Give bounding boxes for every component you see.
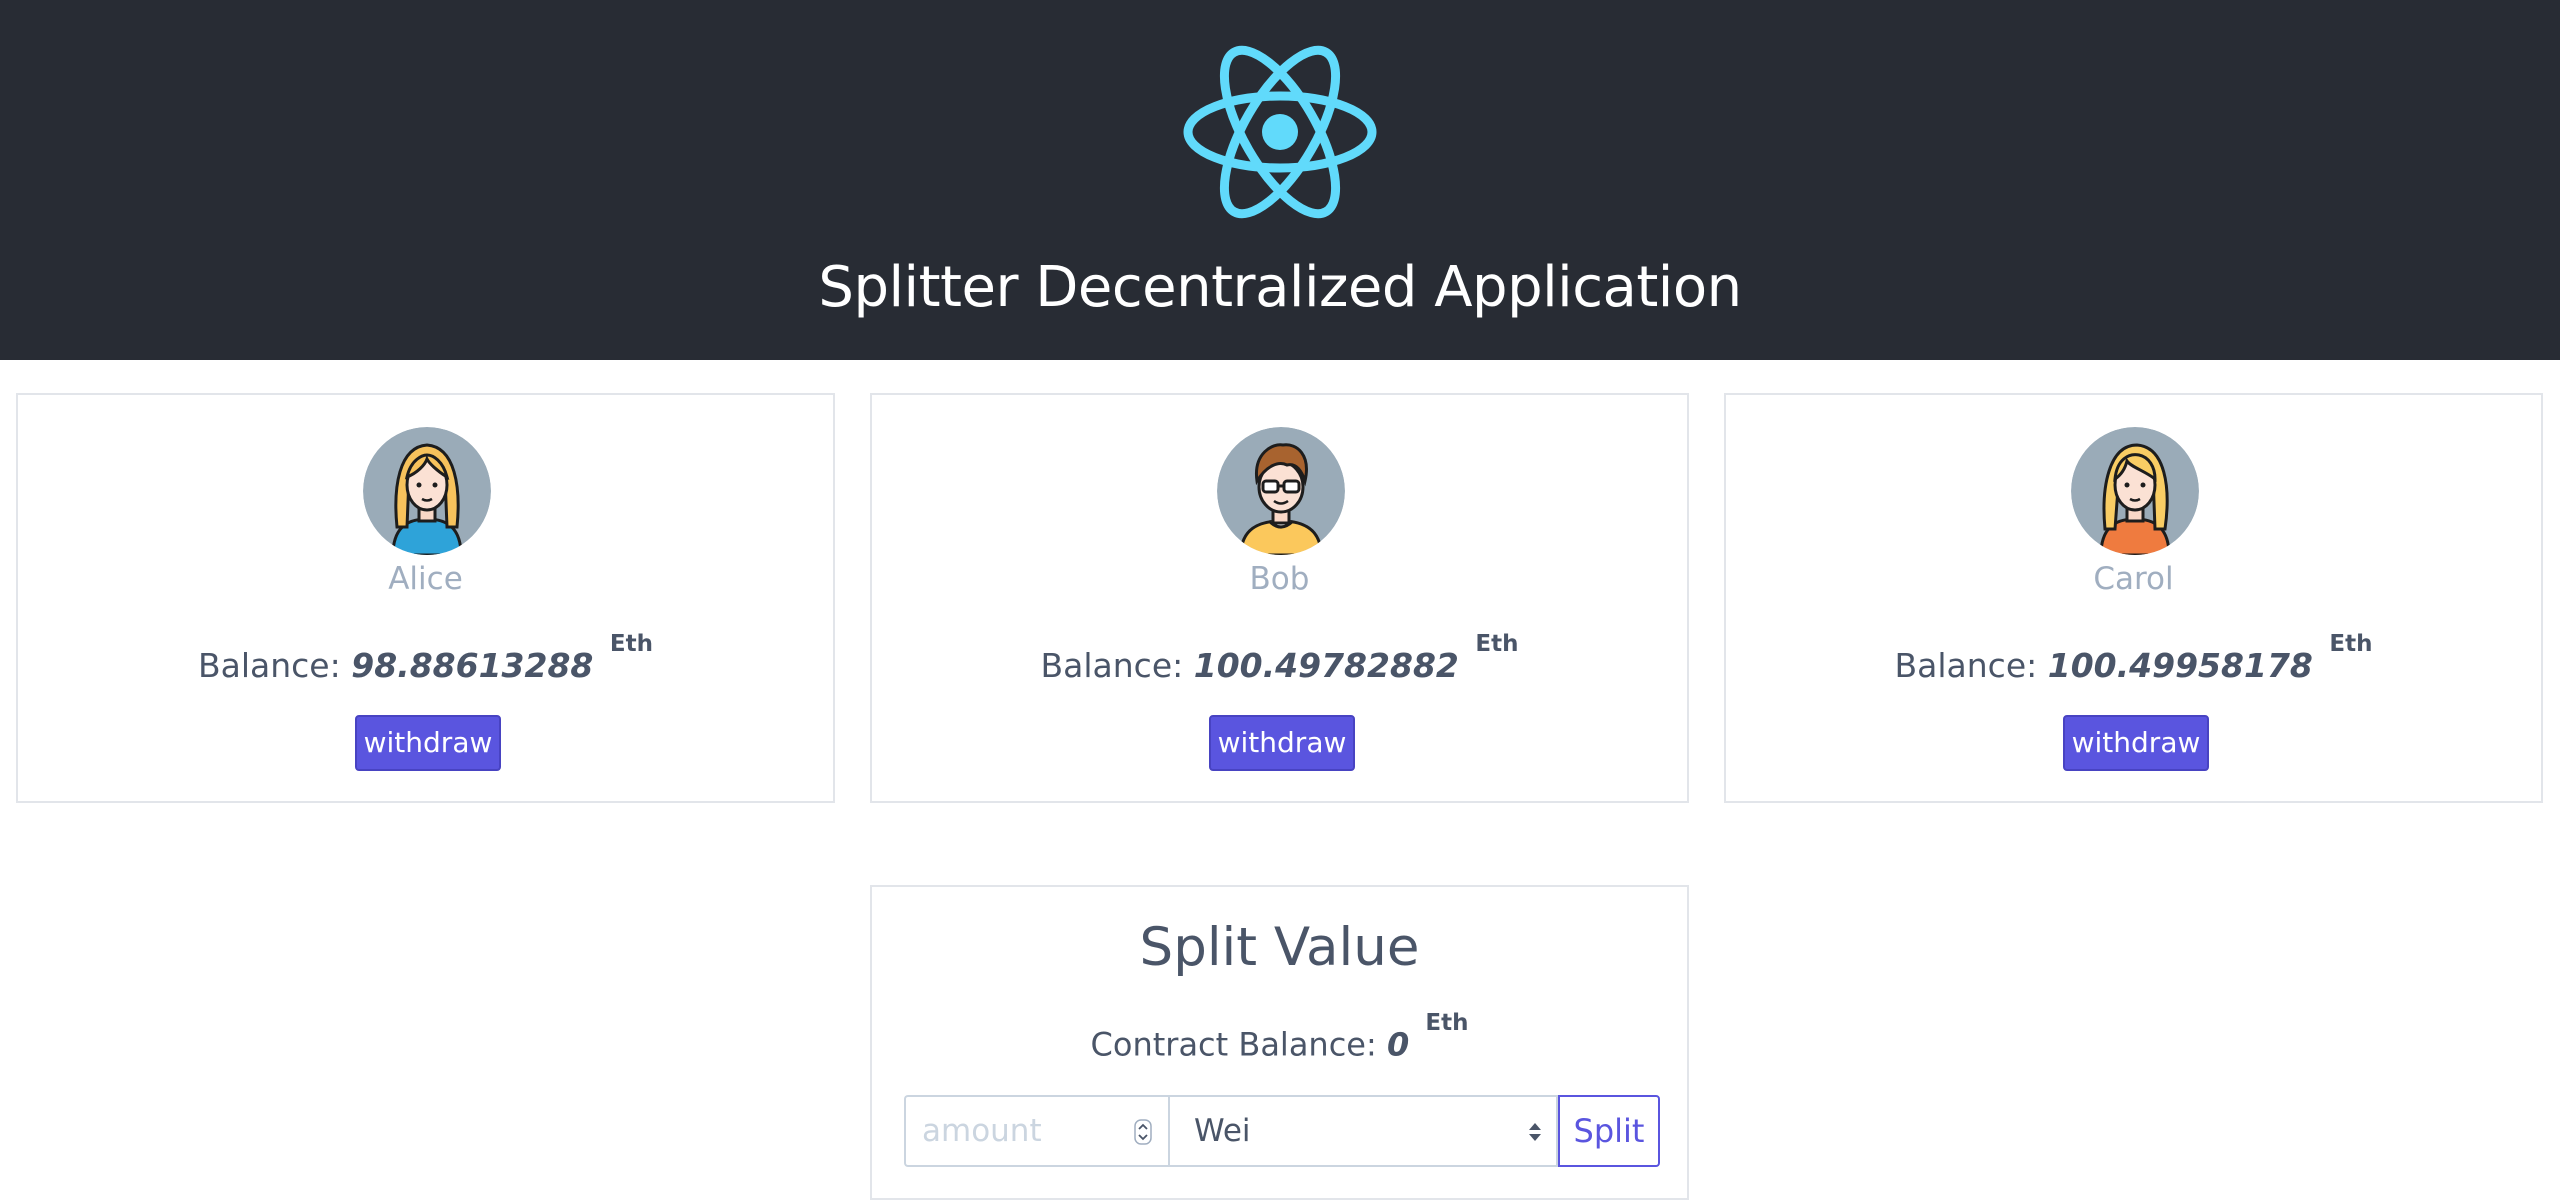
user-name: Bob bbox=[1249, 561, 1310, 597]
female-blonde-avatar-icon bbox=[363, 427, 491, 555]
balance-unit: Eth bbox=[609, 631, 653, 657]
split-button[interactable]: Split bbox=[1558, 1095, 1660, 1167]
balance-value: 100.49782882 bbox=[1193, 646, 1459, 685]
balance-value: 100.49958178 bbox=[2047, 646, 2313, 685]
male-glasses-avatar-icon bbox=[1217, 427, 1345, 555]
user-name: Alice bbox=[388, 561, 463, 597]
balance-unit: Eth bbox=[2329, 631, 2373, 657]
amount-placeholder: amount bbox=[922, 1113, 1042, 1149]
user-card-carol: Carol Balance: 100.49958178 Eth withdraw bbox=[1724, 393, 2543, 803]
split-title: Split Value bbox=[1139, 917, 1420, 978]
contract-balance-unit: Eth bbox=[1425, 1010, 1469, 1036]
user-card-bob: Bob Balance: 100.49782882 Eth withdraw bbox=[870, 393, 1689, 803]
balance-unit: Eth bbox=[1475, 631, 1519, 657]
user-card-alice: Alice Balance: 98.88613288 Eth withdraw bbox=[16, 393, 835, 803]
contract-balance-line: Contract Balance: 0 Eth bbox=[872, 1010, 1687, 1067]
balance-value: 98.88613288 bbox=[351, 646, 594, 685]
app-header: Splitter Decentralized Application bbox=[0, 0, 2560, 360]
react-atom-icon bbox=[1183, 45, 1377, 219]
balance-label: Balance: bbox=[1040, 646, 1184, 685]
split-value-card: Split Value Contract Balance: 0 Eth amou… bbox=[870, 885, 1689, 1200]
balance-line: Balance: 98.88613288 Eth bbox=[18, 631, 833, 689]
app-title: Splitter Decentralized Application bbox=[818, 255, 1742, 320]
withdraw-button-carol[interactable]: withdraw bbox=[2063, 715, 2209, 771]
contract-balance-label: Contract Balance: bbox=[1090, 1025, 1377, 1064]
number-spinner-icon[interactable] bbox=[1134, 1119, 1152, 1145]
balance-label: Balance: bbox=[198, 646, 341, 685]
female-blonde-avatar-icon bbox=[2071, 427, 2199, 555]
withdraw-button-bob[interactable]: withdraw bbox=[1209, 715, 1355, 771]
user-name: Carol bbox=[2093, 561, 2174, 597]
balance-line: Balance: 100.49958178 Eth bbox=[1726, 631, 2541, 689]
contract-balance-value: 0 bbox=[1386, 1025, 1410, 1064]
balance-label: Balance: bbox=[1894, 646, 2038, 685]
unit-select-value: Wei bbox=[1194, 1113, 1251, 1149]
balance-line: Balance: 100.49782882 Eth bbox=[872, 631, 1687, 689]
select-updown-icon bbox=[1529, 1123, 1541, 1141]
amount-input[interactable]: amount bbox=[904, 1095, 1168, 1167]
unit-select[interactable]: Wei bbox=[1168, 1095, 1558, 1167]
withdraw-button-alice[interactable]: withdraw bbox=[355, 715, 501, 771]
